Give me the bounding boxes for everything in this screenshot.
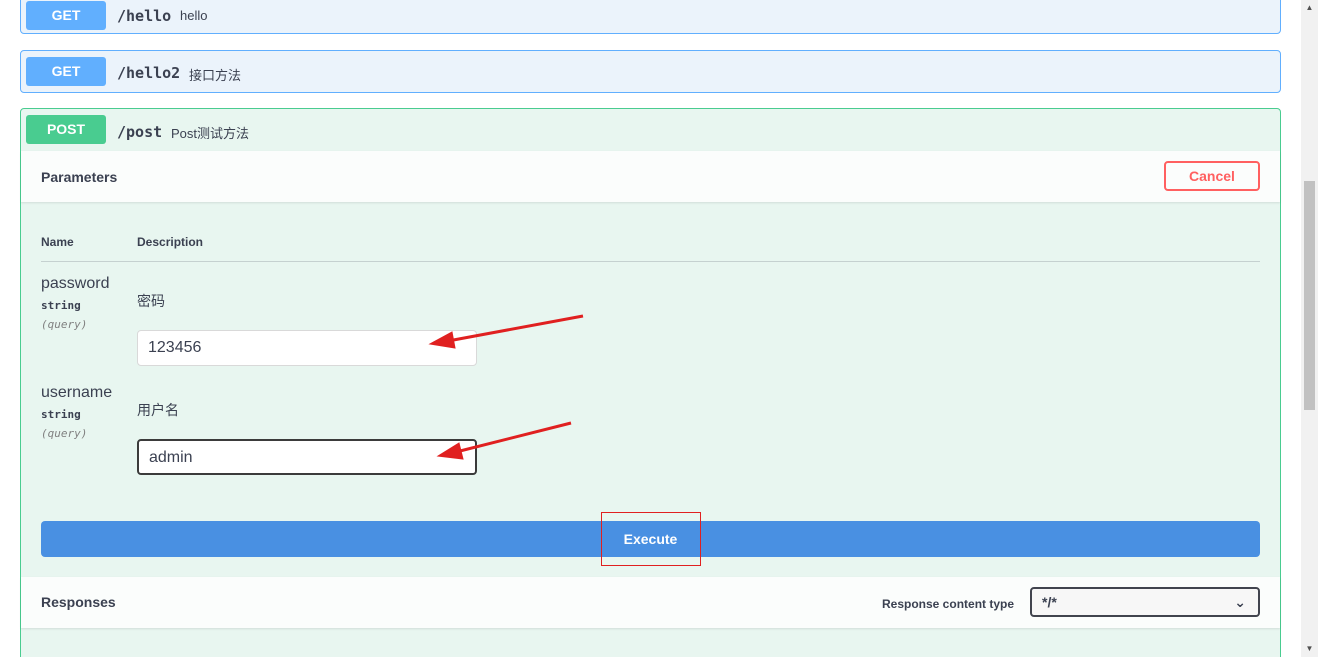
parameters-title: Parameters — [41, 169, 118, 185]
username-input[interactable]: admin — [137, 439, 477, 475]
parameters-header: Parameters Cancel — [21, 151, 1280, 202]
operation-path: /hello2 — [117, 64, 181, 82]
response-content-type-select[interactable]: */* ⌄ — [1030, 587, 1260, 617]
responses-header: Responses Response content type */* ⌄ — [21, 577, 1280, 628]
param-type: string — [41, 408, 81, 421]
scroll-down-arrow-icon[interactable]: ▼ — [1305, 644, 1314, 653]
scrollbar-thumb[interactable] — [1304, 181, 1315, 410]
cancel-button[interactable]: Cancel — [1164, 161, 1260, 191]
password-input[interactable]: 123456 — [137, 330, 477, 366]
annotation-highlight-box — [601, 512, 701, 566]
param-type: string — [41, 299, 81, 312]
opblock-get-hello2[interactable]: GET /hello2 接口方法 — [20, 50, 1281, 93]
param-description-username: 用户名 — [137, 402, 179, 418]
method-badge-post: POST — [26, 115, 106, 144]
method-badge-get: GET — [26, 57, 106, 86]
method-badge-get: GET — [26, 1, 106, 30]
vertical-scrollbar[interactable]: ▲ ▼ — [1301, 0, 1318, 657]
operation-summary: Post测试方法 — [171, 126, 250, 141]
param-description-password: 密码 — [137, 293, 165, 309]
response-content-type-label: Response content type — [882, 597, 1015, 611]
param-location: (query) — [41, 427, 88, 440]
table-header-divider — [41, 261, 1260, 262]
opblock-post-post: POST /post Post测试方法 Parameters Cancel Na… — [20, 108, 1281, 657]
responses-title: Responses — [41, 594, 116, 610]
swagger-ui-page: GET /hello hello GET /hello2 接口方法 POST /… — [0, 0, 1318, 657]
param-location: (query) — [41, 318, 88, 331]
opblock-get-hello[interactable]: GET /hello hello — [20, 0, 1281, 34]
select-value: */* — [1042, 594, 1057, 610]
opblock-summary[interactable]: POST /post Post测试方法 — [21, 109, 1280, 151]
column-header-name: Name — [41, 235, 74, 249]
operation-summary: hello — [180, 8, 208, 23]
param-name-username: username — [41, 384, 113, 401]
operation-path: /hello — [117, 7, 172, 25]
scroll-up-arrow-icon[interactable]: ▲ — [1305, 3, 1314, 12]
column-header-description: Description — [137, 235, 204, 249]
param-name-password: password — [41, 275, 110, 292]
operation-path: /post — [117, 123, 163, 141]
operation-summary: 接口方法 — [189, 68, 242, 83]
chevron-down-icon: ⌄ — [1234, 594, 1246, 610]
